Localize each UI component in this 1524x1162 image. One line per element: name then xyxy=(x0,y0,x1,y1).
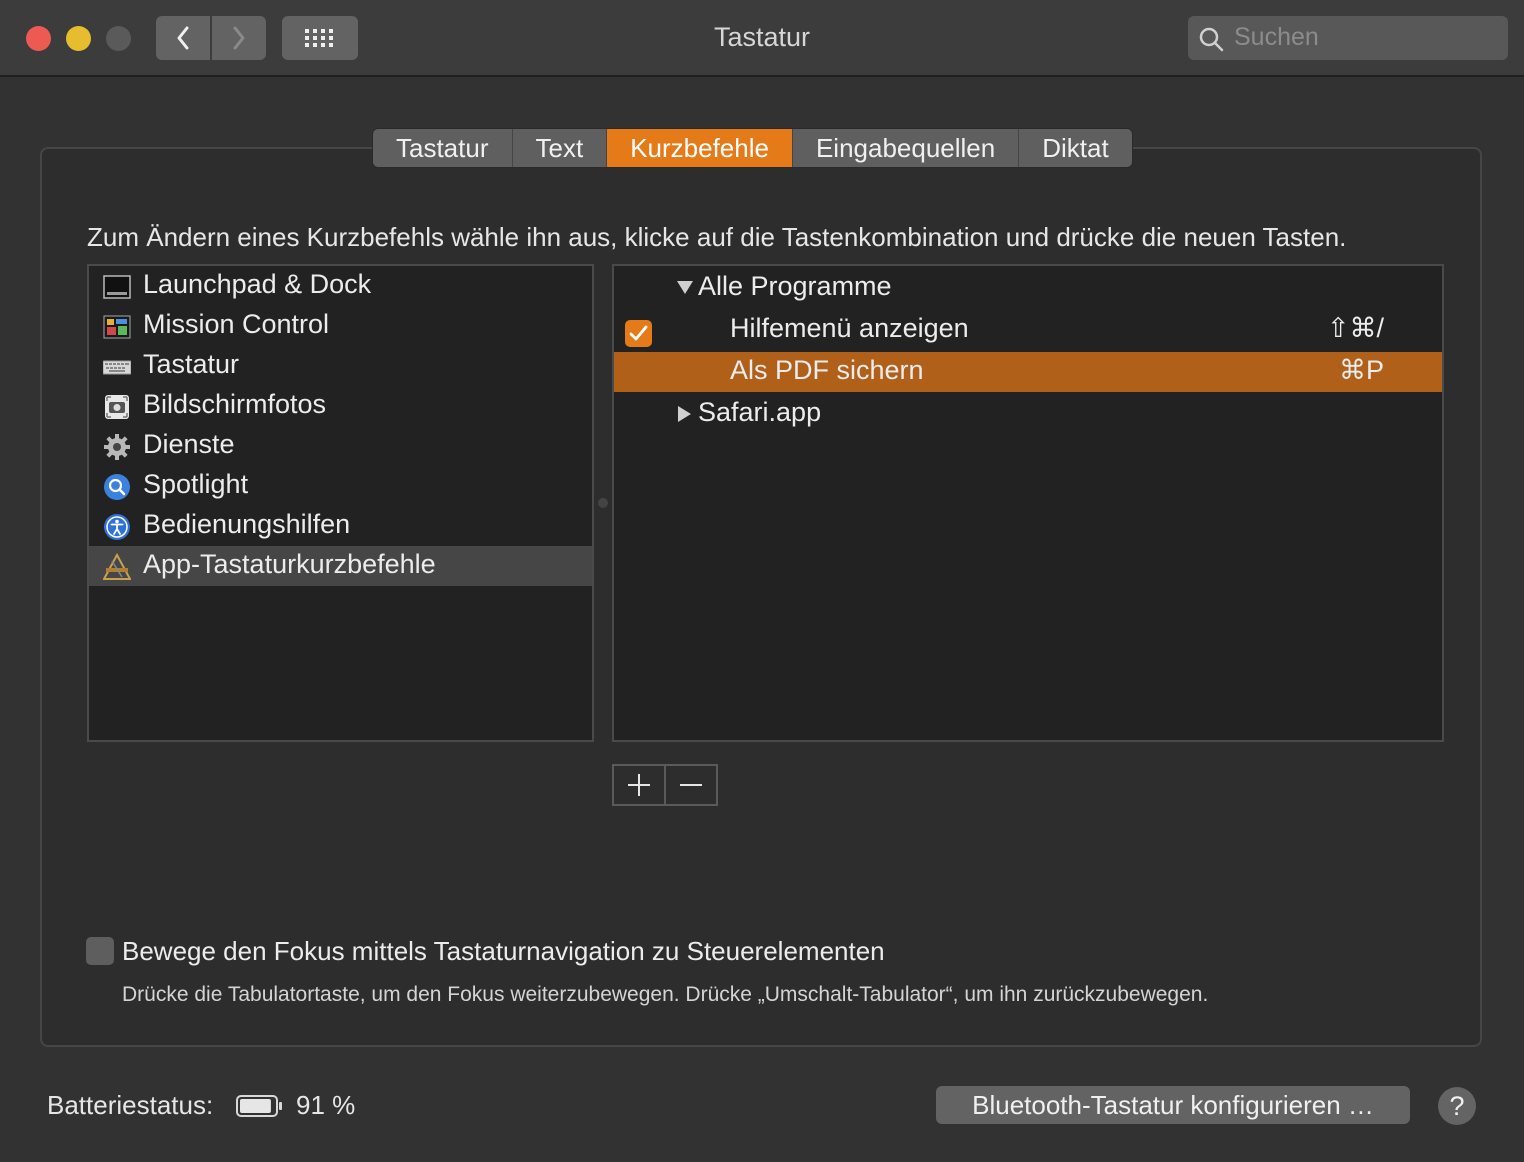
shortcut-key-combination[interactable]: ⇧⌘/ xyxy=(1327,313,1384,344)
checkmark-icon xyxy=(629,325,648,341)
category-item-bildschirmfotos[interactable]: Bildschirmfotos xyxy=(89,386,592,426)
screenshot-icon xyxy=(105,395,129,419)
tab-eingabequellen[interactable]: Eingabequellen xyxy=(791,129,1019,167)
category-item-tastatur[interactable]: Tastatur xyxy=(89,346,592,386)
split-view-divider[interactable] xyxy=(598,498,608,508)
keyboard-navigation-label[interactable]: Bewege den Fokus mittels Tastaturnavigat… xyxy=(122,936,885,967)
category-list[interactable]: Launchpad & Dock Mission Control Tastatu… xyxy=(87,264,594,742)
shortcut-group-all-programs[interactable]: Alle Programme xyxy=(614,268,1442,308)
battery-percentage: 91 % xyxy=(296,1090,356,1120)
shortcut-list[interactable]: Alle Programme Hilfemenü anzeigen ⇧⌘/ Al… xyxy=(612,264,1444,742)
shortcut-enabled-checkbox[interactable] xyxy=(625,320,652,347)
gear-icon xyxy=(104,434,130,460)
title-bar: Tastatur Suchen xyxy=(0,0,1524,77)
tab-diktat[interactable]: Diktat xyxy=(1018,129,1132,167)
plus-icon xyxy=(628,774,650,796)
tab-bar: Tastatur Text Kurzbefehle Eingabequellen… xyxy=(372,128,1133,168)
search-placeholder: Suchen xyxy=(1234,23,1319,51)
shortcut-label: Hilfemenü anzeigen xyxy=(730,313,969,343)
tab-kurzbefehle[interactable]: Kurzbefehle xyxy=(606,129,792,167)
shortcut-label: Als PDF sichern xyxy=(730,355,924,385)
add-shortcut-button[interactable] xyxy=(614,766,664,804)
category-label: Tastatur xyxy=(143,349,240,379)
category-label: Bildschirmfotos xyxy=(143,389,327,419)
category-label: Spotlight xyxy=(143,469,249,499)
minus-icon xyxy=(680,784,702,786)
accessibility-icon xyxy=(104,514,130,540)
shortcut-row-selected[interactable]: Als PDF sichern ⌘P xyxy=(614,352,1442,392)
category-label: Bedienungshilfen xyxy=(143,509,351,539)
category-item-spotlight[interactable]: Spotlight xyxy=(89,466,592,506)
category-item-dienste[interactable]: Dienste xyxy=(89,426,592,466)
search-field[interactable]: Suchen xyxy=(1188,16,1508,60)
disclosure-down-icon[interactable] xyxy=(676,279,694,295)
instruction-text: Zum Ändern eines Kurzbefehls wähle ihn a… xyxy=(87,222,1347,252)
category-item-mission-control[interactable]: Mission Control xyxy=(89,306,592,346)
remove-shortcut-button[interactable] xyxy=(664,766,716,804)
category-label: Dienste xyxy=(143,429,235,459)
category-label: App-Tastaturkurzbefehle xyxy=(143,549,436,579)
category-item-launchpad-dock[interactable]: Launchpad & Dock xyxy=(89,266,592,306)
add-remove-buttons xyxy=(612,764,718,806)
category-label: Mission Control xyxy=(143,309,330,339)
shortcut-group-label: Safari.app xyxy=(698,397,822,427)
shortcut-group-label: Alle Programme xyxy=(698,271,892,301)
spotlight-icon xyxy=(104,474,130,500)
shortcut-row[interactable]: Hilfemenü anzeigen ⇧⌘/ xyxy=(614,310,1442,350)
search-icon xyxy=(1199,27,1224,52)
tab-text[interactable]: Text xyxy=(511,129,607,167)
disclosure-right-icon[interactable] xyxy=(676,405,692,423)
keyboard-navigation-checkbox[interactable] xyxy=(86,937,114,965)
tab-tastatur[interactable]: Tastatur xyxy=(373,129,512,167)
shortcut-key-combination[interactable]: ⌘P xyxy=(1339,355,1384,386)
help-button[interactable]: ? xyxy=(1438,1087,1476,1125)
shortcut-group-safari[interactable]: Safari.app xyxy=(614,394,1442,434)
configure-bluetooth-keyboard-button[interactable]: Bluetooth-Tastatur konfigurieren … xyxy=(936,1086,1410,1124)
battery-status-label: Batteriestatus: xyxy=(47,1090,214,1120)
launchpad-dock-icon xyxy=(103,275,131,299)
category-item-app-tastaturkurzbefehle[interactable]: App-Tastaturkurzbefehle xyxy=(89,546,592,586)
app-shortcuts-icon xyxy=(103,553,131,580)
category-item-bedienungshilfen[interactable]: Bedienungshilfen xyxy=(89,506,592,546)
category-label: Launchpad & Dock xyxy=(143,269,372,299)
keyboard-icon xyxy=(103,360,131,375)
battery-icon xyxy=(236,1095,282,1117)
mission-control-icon xyxy=(103,315,131,339)
keyboard-navigation-hint: Drücke die Tabulatortaste, um den Fokus … xyxy=(122,983,1209,1006)
